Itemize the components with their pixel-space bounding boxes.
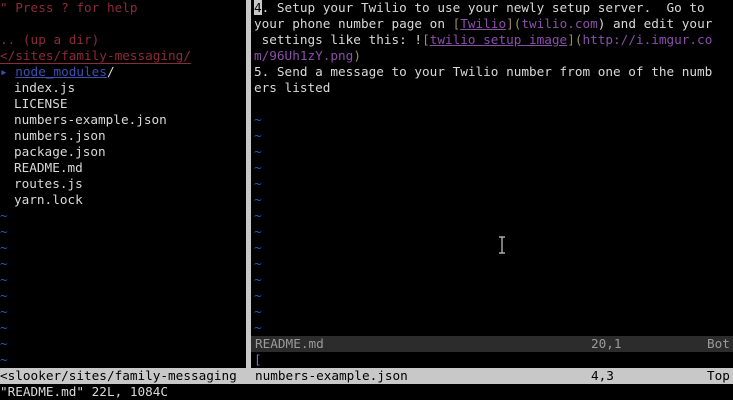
statusline-percent: Top (707, 368, 730, 383)
empty-line-tilde: ~ (0, 208, 8, 223)
statusline-filename: README.md (255, 336, 324, 351)
empty-line-tilde: ~ (254, 160, 262, 175)
file-item[interactable]: numbers.json (14, 128, 246, 144)
empty-line-tilde: ~ (0, 352, 8, 367)
md-link-url[interactable]: twilio.com (521, 16, 597, 31)
empty-line-tilde: ~ (0, 288, 8, 303)
file-item[interactable]: README.md (14, 160, 246, 176)
nerdtree-cwd-row: </sites/family-messaging/ (0, 48, 246, 64)
file-item[interactable]: LICENSE (14, 96, 246, 112)
line-text: settings like this: ! (254, 32, 423, 47)
statusline-position: 4,3 (591, 368, 614, 383)
empty-line-tilde: ~ (254, 240, 262, 255)
statusline-position: 20,1 (591, 336, 622, 351)
empty-line-tilde: ~ (254, 320, 262, 335)
empty-line-tilde: ~ (0, 272, 8, 287)
empty-line-tilde: ~ (0, 256, 8, 271)
readme-line-wrap: settings like this: ![twilio setup image… (254, 32, 733, 48)
md-bracket: ]( (506, 16, 522, 31)
text-cursor: 4 (254, 0, 262, 15)
md-link-text[interactable]: Twilio (460, 16, 506, 31)
nerdtree-help-hint: " Press ? for help (0, 0, 138, 15)
empty-line-tilde: ~ (254, 112, 262, 127)
nerdtree-statusline[interactable]: <slooker/sites/family-messaging (0, 368, 246, 384)
md-link-url[interactable]: http://i.imgur.co (582, 32, 712, 47)
empty-line-tilde: ~ (254, 224, 262, 239)
md-link-text[interactable]: twilio setup image (430, 32, 568, 47)
nerdtree-dir-node-modules[interactable]: ▸ node_modules/ (0, 64, 246, 80)
empty-line-tilde: ~ (0, 240, 8, 255)
md-bracket: ) (353, 48, 361, 63)
statusline-filename: numbers-example.json (255, 368, 408, 383)
dir-slash: / (106, 64, 115, 79)
empty-line-tilde: ~ (254, 256, 262, 271)
line-text: . Setup your Twilio to use your newly se… (261, 0, 705, 15)
empty-line-tilde: ~ (254, 144, 262, 159)
json-line-1: [ (254, 352, 262, 367)
readme-line-5: 5. Send a message to your Twilio number … (254, 64, 713, 79)
json-statusline[interactable]: numbers-example.json 4,3 Top (251, 368, 733, 384)
statusline-percent: Bot (707, 336, 730, 351)
file-item[interactable]: index.js (14, 80, 246, 96)
command-line[interactable]: "README.md" 22L, 1084C (0, 384, 733, 400)
readme-line-wrap: m/96Uh1zY.png) (254, 48, 733, 64)
readme-line-wrap: ers listed (254, 80, 331, 95)
md-bracket: [ (422, 32, 430, 47)
empty-line-tilde: ~ (0, 304, 8, 319)
nerdtree-cwd: </sites/family-messaging/ (0, 48, 191, 64)
line-text: ) and edit your (597, 16, 713, 31)
empty-line-tilde: ~ (254, 208, 262, 223)
readme-editor-pane[interactable]: 4. Setup your Twilio to use your newly s… (252, 0, 733, 336)
empty-line-tilde: ~ (0, 320, 8, 335)
md-bracket: ]( (567, 32, 583, 47)
file-item[interactable]: yarn.lock (14, 192, 246, 208)
nerdtree-pane[interactable]: " Press ? for help .. (up a dir) </sites… (0, 0, 246, 368)
empty-line-tilde: ~ (254, 304, 262, 319)
empty-line-tilde: ~ (0, 336, 8, 351)
empty-line-tilde: ~ (254, 176, 262, 191)
empty-line-tilde: ~ (254, 288, 262, 303)
dir-name: node_modules (15, 64, 107, 79)
file-item[interactable]: numbers-example.json (14, 112, 246, 128)
file-item[interactable]: routes.js (14, 176, 246, 192)
collapsed-dir-icon: ▸ (0, 64, 8, 79)
readme-statusline[interactable]: README.md 20,1 Bot (251, 336, 733, 352)
json-editor-pane[interactable]: [ (252, 352, 733, 368)
vertical-split-separator[interactable] (246, 0, 251, 368)
empty-line-tilde: ~ (254, 128, 262, 143)
ibeam-cursor-icon (499, 236, 505, 254)
vim-terminal: " Press ? for help .. (up a dir) </sites… (0, 0, 733, 400)
statusline-path: <slooker/sites/family-messaging (0, 368, 237, 383)
readme-line-wrap: your phone number page on [Twilio](twili… (254, 16, 733, 32)
nerdtree-up-dir[interactable]: .. (up a dir) (0, 32, 246, 48)
empty-line-tilde: ~ (254, 192, 262, 207)
empty-line-tilde: ~ (254, 272, 262, 287)
empty-line-tilde: ~ (0, 224, 8, 239)
readme-line-4: 4. Setup your Twilio to use your newly s… (254, 0, 733, 16)
file-item[interactable]: package.json (14, 144, 246, 160)
md-link-url[interactable]: m/96Uh1zY.png (254, 48, 353, 63)
line-text: your phone number page on (254, 16, 453, 31)
